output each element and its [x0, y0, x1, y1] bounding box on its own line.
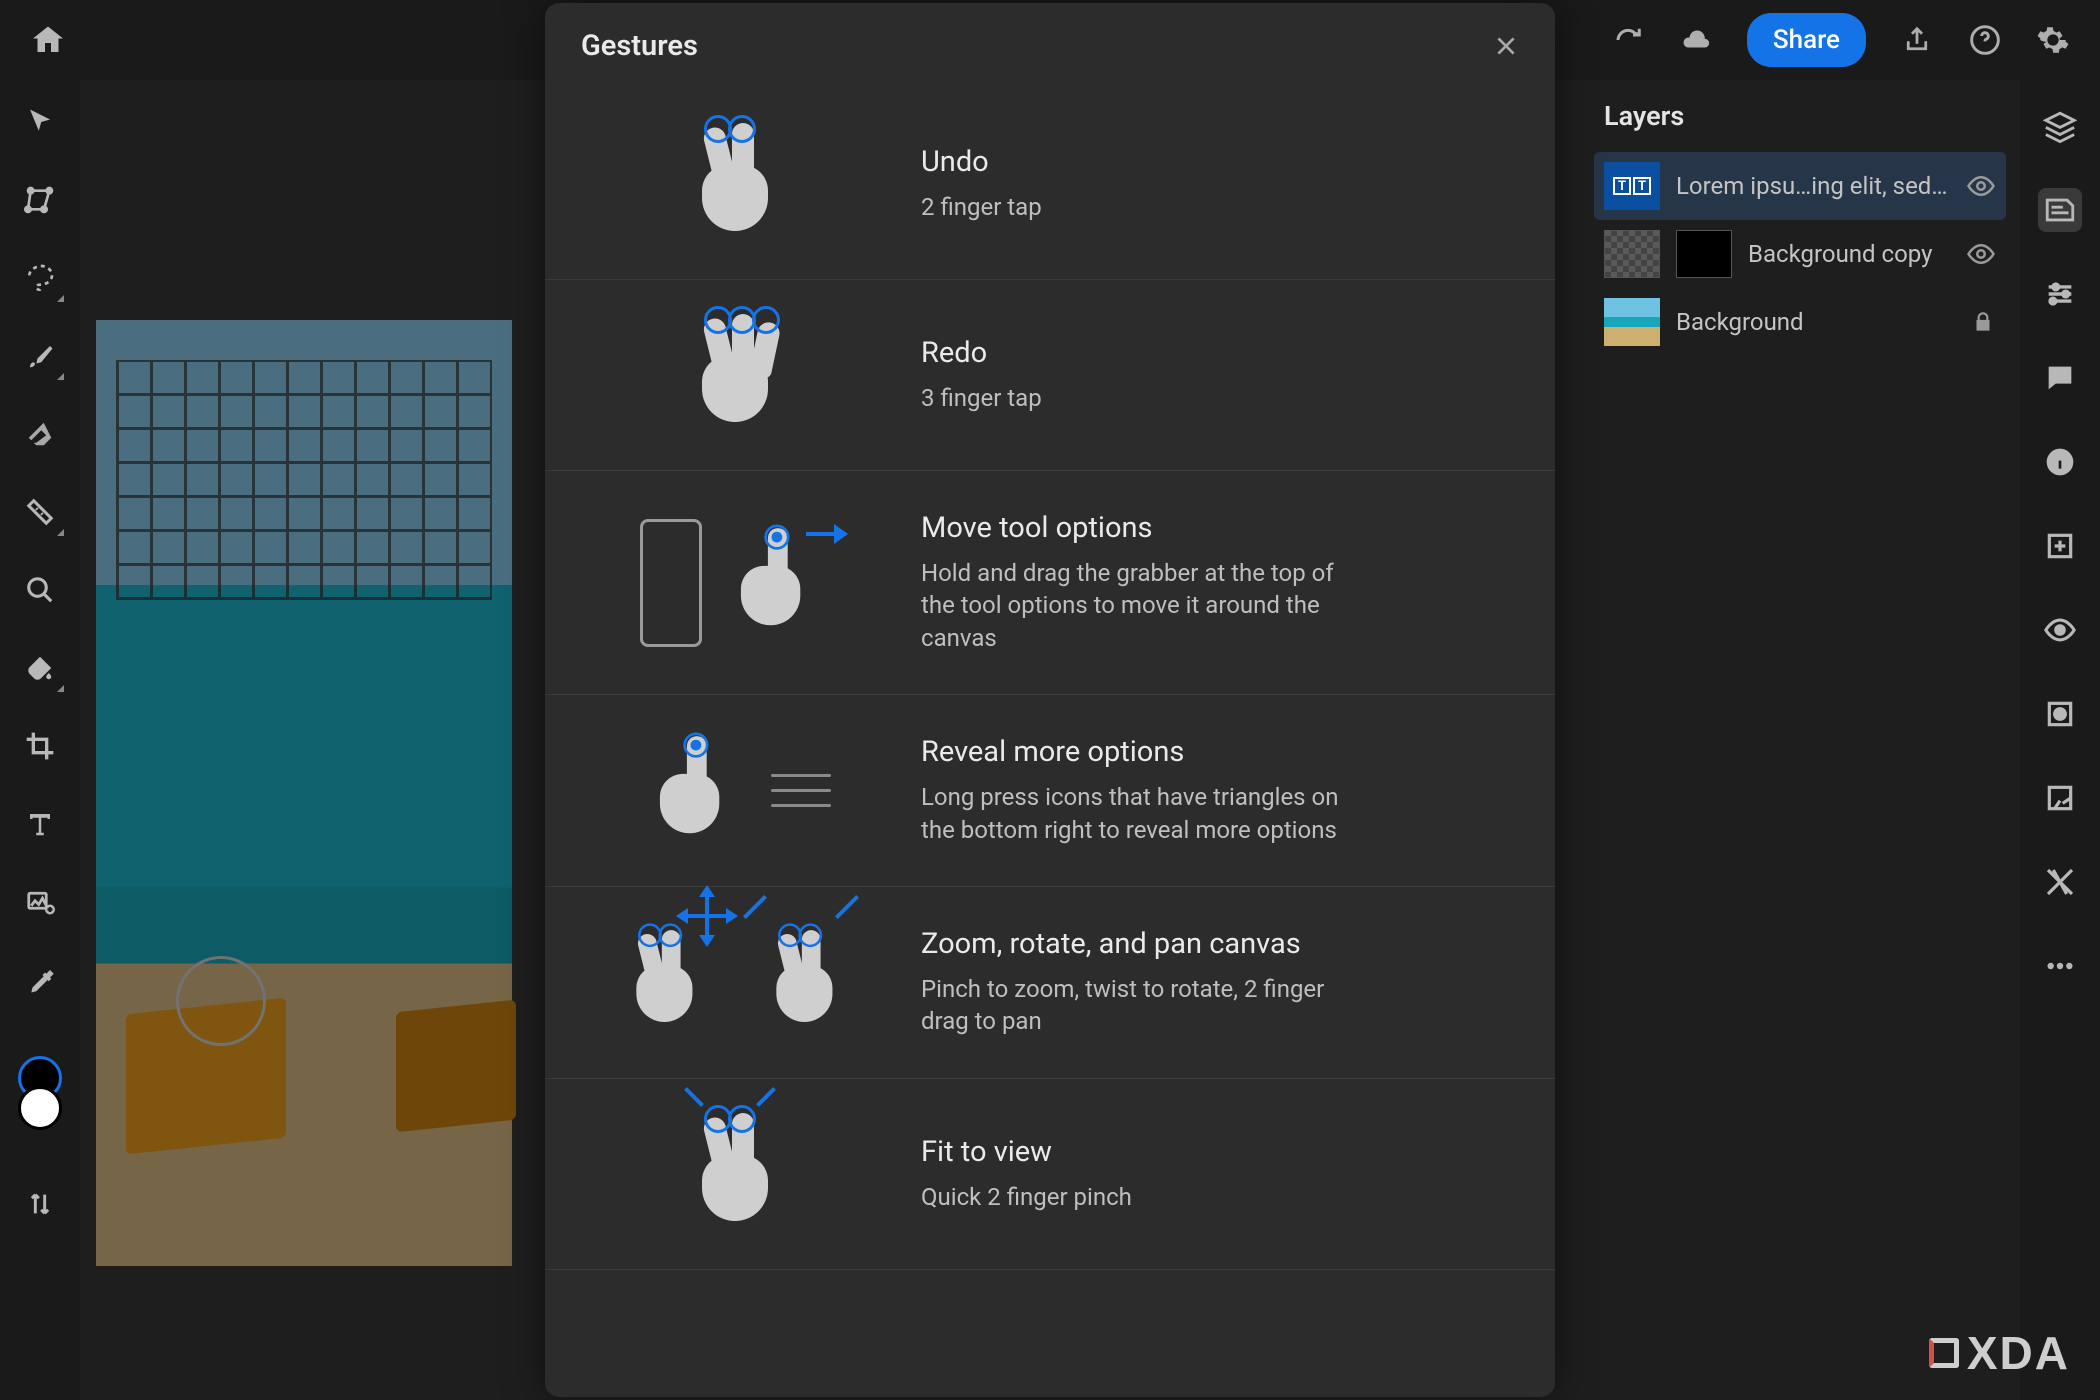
gesture-desc: Pinch to zoom, twist to rotate, 2 finger… [921, 973, 1361, 1038]
gesture-title: Undo [921, 145, 1042, 179]
gesture-desc: Hold and drag the grabber at the top of … [921, 557, 1361, 654]
dialog-title: Gestures [581, 29, 698, 63]
gesture-list[interactable]: Undo 2 finger tap Redo 3 finger tap [545, 89, 1555, 1397]
gestures-dialog: Gestures Undo 2 finger tap [545, 3, 1555, 1397]
gesture-desc: 2 finger tap [921, 191, 1042, 223]
two-finger-tap-icon [581, 129, 881, 239]
gesture-title: Move tool options [921, 511, 1361, 545]
gesture-row: Reveal more options Long press icons tha… [545, 695, 1555, 887]
pinch-zoom-pan-icon [581, 927, 881, 1037]
gesture-title: Fit to view [921, 1135, 1132, 1169]
gesture-desc: Long press icons that have triangles on … [921, 781, 1361, 846]
gesture-row: Zoom, rotate, and pan canvas Pinch to zo… [545, 887, 1555, 1079]
gesture-row: Move tool options Hold and drag the grab… [545, 471, 1555, 695]
gesture-row: Fit to view Quick 2 finger pinch [545, 1079, 1555, 1270]
gesture-title: Zoom, rotate, and pan canvas [921, 927, 1361, 961]
long-press-panel-icon [581, 736, 881, 846]
three-finger-tap-icon [581, 320, 881, 430]
gesture-row: Redo 3 finger tap [545, 280, 1555, 471]
dialog-header: Gestures [545, 3, 1555, 89]
drag-grabber-icon [581, 519, 881, 647]
close-button[interactable] [1493, 33, 1519, 59]
gesture-title: Redo [921, 336, 1042, 370]
gesture-desc: Quick 2 finger pinch [921, 1181, 1132, 1213]
watermark-text: XDA [1967, 1326, 2070, 1380]
gesture-row: Undo 2 finger tap [545, 89, 1555, 280]
gesture-desc: 3 finger tap [921, 382, 1042, 414]
fit-pinch-icon [581, 1119, 881, 1229]
modal-overlay: Gestures Undo 2 finger tap [0, 0, 2100, 1400]
gesture-title: Reveal more options [921, 735, 1361, 769]
watermark: XDA [1929, 1326, 2070, 1380]
watermark-logo-icon [1929, 1338, 1959, 1368]
